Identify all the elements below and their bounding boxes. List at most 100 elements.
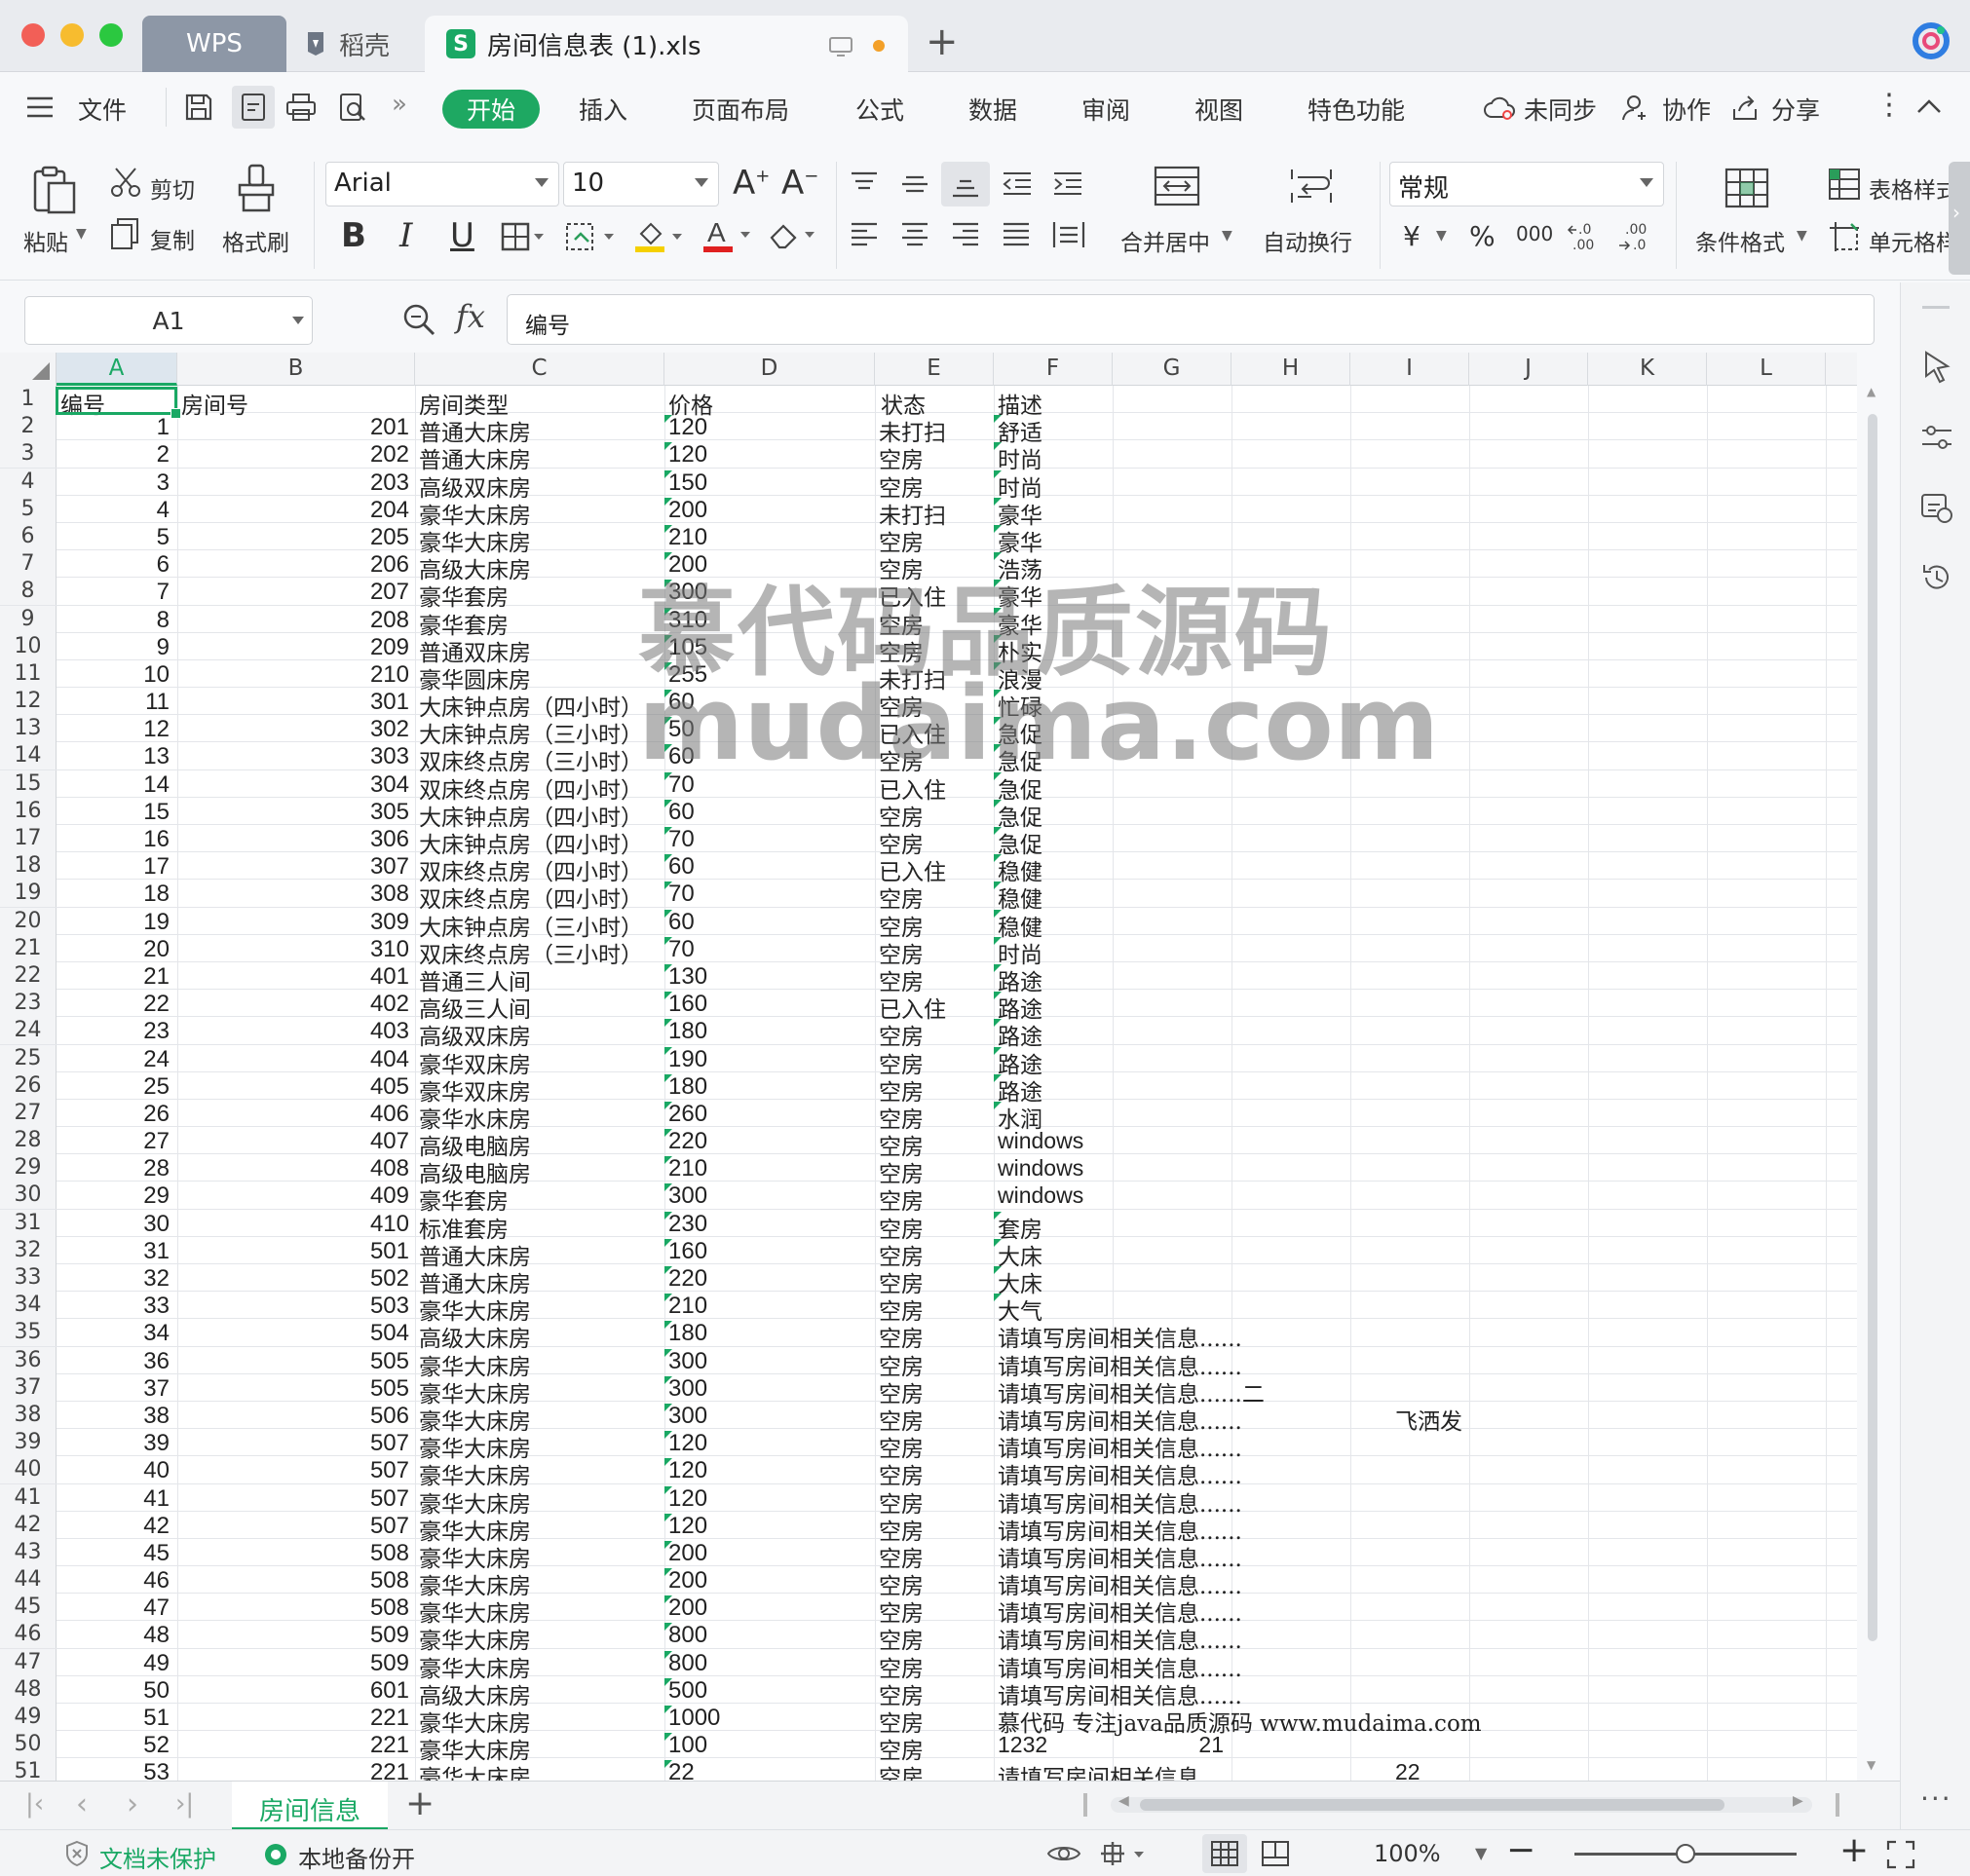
cell-status[interactable]: 空房	[879, 1319, 996, 1352]
align-bottom-button[interactable]	[941, 162, 990, 206]
cut-icon[interactable]	[109, 166, 142, 199]
cell-room-type[interactable]: 豪华大床房	[419, 1566, 663, 1599]
row-header[interactable]: 25	[0, 1044, 57, 1072]
cell-room-number[interactable]: 509	[177, 1649, 415, 1676]
cell-i[interactable]: 22	[1395, 1758, 1421, 1781]
menu-file[interactable]: 文件	[78, 92, 127, 127]
cursor-select-icon[interactable]	[1922, 351, 1951, 384]
cell-room-type[interactable]: 豪华大床房	[419, 1512, 663, 1545]
paste-dropdown-icon[interactable]: ▼	[76, 226, 87, 242]
cell-room-type[interactable]: 普通大床房	[419, 1237, 663, 1270]
cell-room-type[interactable]: 高级双床房	[419, 469, 663, 502]
cell-description[interactable]: 请填写房间相关信息......	[998, 1402, 1242, 1435]
column-header-a[interactable]: A	[57, 353, 177, 386]
cell-description[interactable]: 大气	[998, 1292, 1042, 1325]
cell-description[interactable]: 时尚	[998, 935, 1042, 968]
wrap-text-icon[interactable]	[1288, 166, 1335, 206]
cell-price[interactable]: 190	[664, 1045, 873, 1072]
cell-status[interactable]: 空房	[879, 1374, 996, 1407]
align-center-icon[interactable]	[900, 222, 929, 247]
cell-description[interactable]: 请填写房间相关信息......	[998, 1758, 1242, 1781]
scroll-right-icon[interactable]: ▶	[1793, 1793, 1803, 1809]
cell-room-number[interactable]: 402	[177, 990, 415, 1017]
row-header[interactable]: 13	[0, 715, 57, 743]
conditional-format-dropdown-icon[interactable]: ▼	[1797, 228, 1807, 244]
cell-status[interactable]: 空房	[879, 1512, 996, 1545]
cell-room-type[interactable]: 双床终点房（三小时）	[419, 742, 663, 775]
align-right-icon[interactable]	[951, 222, 980, 247]
cell-status[interactable]: 空房	[879, 1402, 996, 1435]
cell-price[interactable]: 130	[664, 962, 873, 990]
cell-id[interactable]: 3	[57, 469, 177, 496]
monitor-icon[interactable]	[828, 35, 853, 58]
cell-price[interactable]: 800	[664, 1649, 873, 1676]
cell-room-type[interactable]: 豪华大床房	[419, 496, 663, 529]
cell-room-number[interactable]: 206	[177, 550, 415, 578]
cell-room-type[interactable]: 豪华圆床房	[419, 660, 663, 694]
decrease-indent-icon[interactable]	[1002, 171, 1033, 197]
cell-price[interactable]: 120	[664, 1484, 873, 1512]
cell-price[interactable]: 200	[664, 496, 873, 523]
cell-status[interactable]: 空房	[879, 1731, 996, 1764]
row-header[interactable]: 2	[0, 413, 57, 441]
zoom-in-icon[interactable]: +	[1839, 1830, 1869, 1870]
cell-room-number[interactable]: 208	[177, 606, 415, 633]
cell-price[interactable]: 70	[664, 935, 873, 962]
justify-icon[interactable]	[1002, 222, 1031, 247]
cell-room-number[interactable]: 207	[177, 578, 415, 605]
name-box[interactable]: A1	[24, 296, 313, 345]
row-header[interactable]: 31	[0, 1209, 57, 1237]
row-header[interactable]: 40	[0, 1456, 57, 1484]
minimize-window-button[interactable]	[60, 23, 84, 47]
cell-status[interactable]: 空房	[879, 798, 996, 831]
row-header[interactable]: 6	[0, 522, 57, 550]
row-header[interactable]: 30	[0, 1182, 57, 1210]
cell-room-type[interactable]: 高级大床房	[419, 1319, 663, 1352]
cell-price[interactable]: 70	[664, 880, 873, 907]
cell-price[interactable]: 60	[664, 798, 873, 825]
fullscreen-icon[interactable]	[1886, 1840, 1915, 1869]
cell-room-type[interactable]: 豪华大床房	[419, 1292, 663, 1325]
cell-room-number[interactable]: 204	[177, 496, 415, 523]
cell-description[interactable]: 路途	[998, 1072, 1042, 1106]
cell-room-number[interactable]: 507	[177, 1456, 415, 1483]
cell-room-number[interactable]: 205	[177, 523, 415, 550]
sheet-tab-room-info[interactable]: 房间信息	[232, 1782, 388, 1830]
row-header[interactable]: 29	[0, 1154, 57, 1182]
cell-room-number[interactable]: 403	[177, 1017, 415, 1044]
cell-description[interactable]: 路途	[998, 1045, 1042, 1078]
cell-id[interactable]: 19	[57, 908, 177, 935]
percent-format-icon[interactable]: %	[1469, 220, 1496, 252]
cell-description[interactable]: 路途	[998, 962, 1042, 995]
more-tools-chevron-icon[interactable]: »	[392, 90, 407, 119]
cell-id[interactable]: 31	[57, 1237, 177, 1264]
cell-price[interactable]: 160	[664, 1237, 873, 1264]
column-header-e[interactable]: E	[875, 353, 994, 386]
cell-room-number[interactable]: 503	[177, 1292, 415, 1319]
increase-indent-icon[interactable]	[1052, 171, 1083, 197]
cell-room-type[interactable]: 高级三人间	[419, 990, 663, 1023]
paste-icon[interactable]	[29, 166, 78, 216]
cell-room-number[interactable]: 504	[177, 1319, 415, 1346]
cell-description[interactable]: 稳健	[998, 880, 1042, 913]
cell-room-number[interactable]: 405	[177, 1072, 415, 1100]
scroll-down-icon[interactable]: ▼	[1867, 1758, 1875, 1772]
column-header-j[interactable]: J	[1469, 353, 1588, 386]
cell-room-type[interactable]: 豪华套房	[419, 606, 663, 639]
cell-status[interactable]: 空房	[879, 440, 996, 473]
decrease-decimal-icon[interactable]: .00.0	[1617, 220, 1652, 253]
cell-room-number[interactable]: 410	[177, 1210, 415, 1237]
first-sheet-icon[interactable]: |‹	[25, 1789, 44, 1819]
row-header[interactable]: 1	[0, 386, 57, 413]
cell-room-type[interactable]: 豪华大床房	[419, 1649, 663, 1682]
copy-button[interactable]: 复制	[150, 222, 195, 255]
cell-description[interactable]: 水润	[998, 1100, 1042, 1133]
cell-status[interactable]: 空房	[879, 908, 996, 941]
cell-status[interactable]: 空房	[879, 1127, 996, 1160]
cell-room-number[interactable]: 506	[177, 1402, 415, 1429]
cell-price[interactable]: 200	[664, 1566, 873, 1594]
borders-icon[interactable]	[501, 222, 546, 251]
format-painter-icon[interactable]	[234, 164, 279, 214]
font-size-select[interactable]: 10	[563, 162, 719, 206]
cell-id[interactable]: 48	[57, 1621, 177, 1648]
